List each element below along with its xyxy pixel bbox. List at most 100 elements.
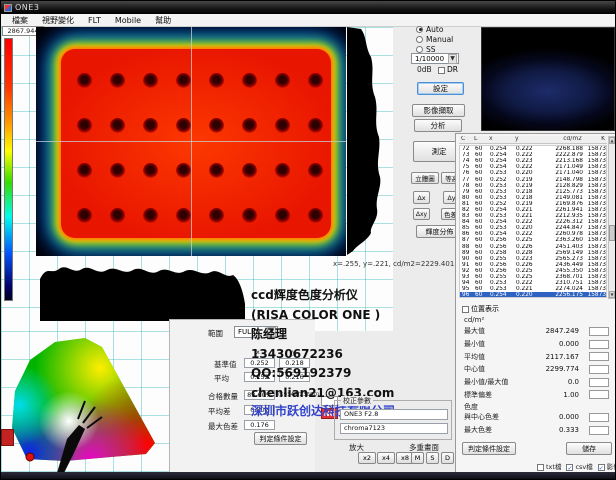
calibration-title: 校正參數 xyxy=(341,396,373,406)
measurement-table-body[interactable]: 72600.2540.2222268.1881587373600.2540.22… xyxy=(459,145,607,298)
average-label: 平均 xyxy=(214,373,229,384)
contact-line: 陈经理 xyxy=(251,325,461,345)
menu-item[interactable]: 檔案 xyxy=(5,15,35,26)
radio-auto[interactable]: Auto xyxy=(416,24,453,34)
led-well-dot xyxy=(209,208,224,223)
led-well-dot xyxy=(275,73,290,88)
file-type-checkbox[interactable]: ✓csv檔 xyxy=(566,461,592,471)
measurement-point-marker xyxy=(26,453,34,461)
led-well-dot xyxy=(308,163,323,178)
window-title: ONE3 xyxy=(15,3,39,12)
led-well-dot xyxy=(242,118,257,133)
analyze-button[interactable]: 分析 xyxy=(414,119,462,132)
stat-row: 最大值2847.249 xyxy=(460,325,613,338)
menu-item[interactable]: FLT xyxy=(81,16,108,25)
scroll-down-icon[interactable]: ▼ xyxy=(609,291,615,298)
gain-label: 0dB xyxy=(417,65,432,74)
menu-item[interactable]: 視野變化 xyxy=(35,15,81,26)
scrollbar-thumb[interactable] xyxy=(609,225,615,241)
stat-row: 標準偏差1.00 xyxy=(460,388,613,401)
settings-button[interactable]: 設定 xyxy=(417,82,464,95)
vertical-profile-plot xyxy=(347,27,389,256)
heat-panel xyxy=(61,49,331,238)
led-well-dot xyxy=(308,208,323,223)
screen-S-button[interactable]: S xyxy=(426,452,439,464)
threshold-box[interactable] xyxy=(589,352,609,361)
file-type-checkbox[interactable]: txt檔 xyxy=(537,461,561,471)
judge-condition-button[interactable]: 判定條件設定 xyxy=(254,432,307,445)
checkbox-icon xyxy=(462,306,469,313)
threshold-box[interactable] xyxy=(589,426,609,435)
title-bar[interactable]: ONE3 xyxy=(1,1,616,14)
scroll-up-icon[interactable]: ▲ xyxy=(609,137,615,144)
checkbox-icon: ✓ xyxy=(598,464,605,471)
led-well-dot xyxy=(176,163,191,178)
shutter-select[interactable]: 1/10000▼ xyxy=(411,53,459,64)
contact-line: ccd辉度色度分析仪 xyxy=(251,286,461,306)
threshold-box[interactable] xyxy=(589,340,609,349)
table-scrollbar[interactable]: ▲ ▼ xyxy=(608,136,616,299)
app-icon xyxy=(4,4,12,12)
calibration-field-1[interactable]: ONE3 F2.8 xyxy=(340,409,448,420)
led-well-dot xyxy=(176,208,191,223)
multiscreen-buttons: MSD xyxy=(411,452,456,464)
screen-M-button[interactable]: M xyxy=(411,452,424,464)
solid-view-button[interactable]: 立體圖 xyxy=(411,172,439,184)
led-well-dot xyxy=(77,118,92,133)
threshold-box[interactable] xyxy=(589,390,609,399)
position-display-checkbox[interactable]: 位置表示 xyxy=(462,304,499,314)
dr-checkbox[interactable]: DR xyxy=(438,65,458,74)
cie-chromaticity-diagram[interactable] xyxy=(5,333,165,475)
capture-button[interactable]: 影像擷取 xyxy=(412,104,465,117)
table-column-header: y xyxy=(515,136,541,143)
stat-row: 中心值2299.774 xyxy=(460,363,613,376)
menu-item[interactable]: Mobile xyxy=(108,16,148,25)
checkbox-icon xyxy=(438,67,445,74)
led-well-dot xyxy=(275,208,290,223)
led-well-dot xyxy=(275,118,290,133)
threshold-box[interactable] xyxy=(589,378,609,387)
led-well-dot xyxy=(275,163,290,178)
exposure-modes: AutoManualSS xyxy=(416,24,453,54)
save-button[interactable]: 儲存 xyxy=(566,442,612,455)
calibration-groupbox: 校正參數 ONE3 F2.8 chroma7123 xyxy=(334,400,452,440)
stat-row: 平均值2117.167 xyxy=(460,350,613,363)
led-well-dot xyxy=(242,163,257,178)
judge-condition-button-right[interactable]: 判定條件設定 xyxy=(462,442,516,455)
led-well-dot xyxy=(110,73,125,88)
base-value-label: 基準值 xyxy=(214,359,237,370)
stat-row: 與中心色差0.000 xyxy=(460,411,613,424)
threshold-box[interactable] xyxy=(589,327,609,336)
range-label: 範圍 xyxy=(208,328,223,339)
table-column-header: K xyxy=(585,136,605,143)
file-type-checkbox[interactable]: ✓影像檔 xyxy=(598,461,616,471)
radio-icon xyxy=(416,36,423,43)
calibration-field-2[interactable]: chroma7123 xyxy=(340,423,448,434)
max-colordiff-label: 最大色差 xyxy=(208,421,238,432)
led-well-dot xyxy=(77,208,92,223)
led-well-dot xyxy=(308,73,323,88)
chroma-stats: 與中心色差0.000最大色差0.333 xyxy=(460,411,613,436)
led-well-dot xyxy=(143,73,158,88)
table-column-header: cd/m2 xyxy=(541,136,585,143)
threshold-box[interactable] xyxy=(589,413,609,422)
table-row[interactable]: 96600.2540.2202256.17515873 xyxy=(460,292,606,298)
delta-x-button[interactable]: Δx xyxy=(413,191,430,204)
threshold-box[interactable] xyxy=(589,365,609,374)
screen-D-button[interactable]: D xyxy=(441,452,454,464)
bottom-bar xyxy=(1,472,616,480)
led-well-dot xyxy=(110,208,125,223)
radio-manual[interactable]: Manual xyxy=(416,34,453,44)
zoom-x4-button[interactable]: x4 xyxy=(377,452,395,464)
luminance-colorbar xyxy=(4,38,13,301)
camera-preview xyxy=(481,27,615,131)
zoom-x2-button[interactable]: x2 xyxy=(358,452,376,464)
luminance-image[interactable] xyxy=(36,27,346,256)
contact-line: (RISA COLOR ONE ) xyxy=(251,306,461,326)
led-well-dot xyxy=(242,73,257,88)
crosshair-horizontal[interactable] xyxy=(36,141,346,142)
led-well-dot xyxy=(176,73,191,88)
menu-item[interactable]: 幫助 xyxy=(148,15,178,26)
delta-xy-button[interactable]: Δxy xyxy=(413,208,430,220)
table-column-header: L xyxy=(474,136,489,143)
